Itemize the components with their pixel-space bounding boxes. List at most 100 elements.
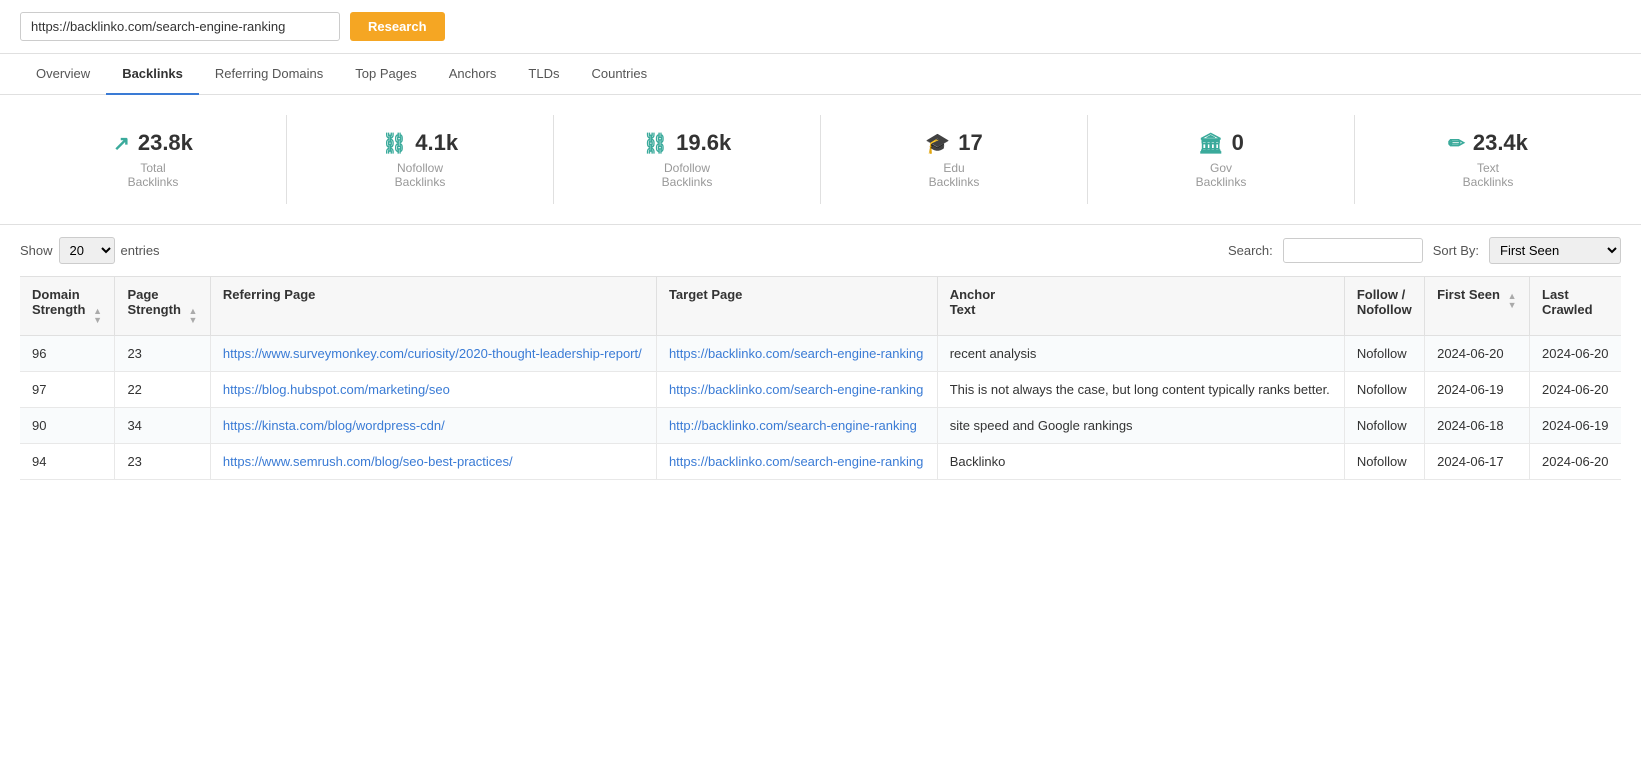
search-label: Search:: [1228, 243, 1273, 258]
link[interactable]: https://www.semrush.com/blog/seo-best-pr…: [223, 454, 513, 469]
referring-page-cell[interactable]: https://www.surveymonkey.com/curiosity/2…: [210, 336, 656, 372]
page-strength-cell: 22: [115, 372, 210, 408]
stat-card-1: ⛓ 4.1k NofollowBacklinks: [287, 115, 554, 204]
link[interactable]: http://backlinko.com/search-engine-ranki…: [669, 418, 917, 433]
link[interactable]: https://www.surveymonkey.com/curiosity/2…: [223, 346, 642, 361]
target-page-cell[interactable]: https://backlinko.com/search-engine-rank…: [656, 372, 937, 408]
stat-value-5: ✏ 23.4k: [1365, 130, 1611, 156]
page-strength-cell: 23: [115, 444, 210, 480]
stat-label-1: NofollowBacklinks: [297, 161, 543, 189]
anchor-text-cell: Backlinko: [937, 444, 1344, 480]
first-seen-cell: 2024-06-18: [1425, 408, 1530, 444]
last-crawled-cell: 2024-06-20: [1530, 444, 1622, 480]
stat-value-1: ⛓ 4.1k: [297, 130, 543, 156]
controls-row: Show 102050100 entries Search: Sort By: …: [0, 225, 1641, 276]
entries-label: entries: [121, 243, 160, 258]
tab-anchors[interactable]: Anchors: [433, 54, 513, 95]
target-page-cell[interactable]: https://backlinko.com/search-engine-rank…: [656, 444, 937, 480]
link[interactable]: https://backlinko.com/search-engine-rank…: [669, 454, 923, 469]
table-row: 9423 https://www.semrush.com/blog/seo-bes…: [20, 444, 1621, 480]
th-page-strength[interactable]: PageStrength ▲▼: [115, 277, 210, 336]
th-domain-strength[interactable]: DomainStrength ▲▼: [20, 277, 115, 336]
table-row: 9034https://kinsta.com/blog/wordpress-cd…: [20, 408, 1621, 444]
target-page-cell[interactable]: https://backlinko.com/search-engine-rank…: [656, 336, 937, 372]
show-label: Show: [20, 243, 53, 258]
link[interactable]: https://backlinko.com/search-engine-rank…: [669, 346, 923, 361]
stat-label-5: TextBacklinks: [1365, 161, 1611, 189]
tab-top-pages[interactable]: Top Pages: [339, 54, 432, 95]
th-first-seen[interactable]: First Seen ▲▼: [1425, 277, 1530, 336]
stat-value-0: ↗ 23.8k: [30, 130, 276, 156]
first-seen-cell: 2024-06-19: [1425, 372, 1530, 408]
referring-page-cell[interactable]: https://blog.hubspot.com/marketing/seo: [210, 372, 656, 408]
tab-referring-domains[interactable]: Referring Domains: [199, 54, 339, 95]
anchor-text-cell: recent analysis: [937, 336, 1344, 372]
sort-arrows: ▲▼: [189, 307, 198, 325]
target-page-cell[interactable]: http://backlinko.com/search-engine-ranki…: [656, 408, 937, 444]
follow-nofollow-cell: Nofollow: [1344, 372, 1424, 408]
stats-row: ↗ 23.8k TotalBacklinks ⛓ 4.1k NofollowBa…: [0, 95, 1641, 225]
stat-icon-3: 🎓: [925, 131, 950, 156]
referring-page-cell[interactable]: https://kinsta.com/blog/wordpress-cdn/: [210, 408, 656, 444]
backlinks-table: DomainStrength ▲▼PageStrength ▲▼Referrin…: [20, 276, 1621, 480]
stat-card-5: ✏ 23.4k TextBacklinks: [1355, 115, 1621, 204]
domain-strength-cell: 96: [20, 336, 115, 372]
first-seen-cell: 2024-06-20: [1425, 336, 1530, 372]
anchor-text-cell: This is not always the case, but long co…: [937, 372, 1344, 408]
stat-card-4: 🏛 0 GovBacklinks: [1088, 115, 1355, 204]
stat-label-0: TotalBacklinks: [30, 161, 276, 189]
th-target-page: Target Page: [656, 277, 937, 336]
stat-icon-4: 🏛: [1198, 131, 1223, 156]
table-row: 9623 https://www.surveymonkey.com/curiosi…: [20, 336, 1621, 372]
link[interactable]: https://backlinko.com/search-engine-rank…: [669, 382, 923, 397]
domain-strength-cell: 94: [20, 444, 115, 480]
stat-card-0: ↗ 23.8k TotalBacklinks: [20, 115, 287, 204]
stat-card-3: 🎓 17 EduBacklinks: [821, 115, 1088, 204]
first-seen-cell: 2024-06-17: [1425, 444, 1530, 480]
stat-label-3: EduBacklinks: [831, 161, 1077, 189]
link[interactable]: https://blog.hubspot.com/marketing/seo: [223, 382, 450, 397]
stat-label-4: GovBacklinks: [1098, 161, 1344, 189]
tab-overview[interactable]: Overview: [20, 54, 106, 95]
page-strength-cell: 23: [115, 336, 210, 372]
table-head: DomainStrength ▲▼PageStrength ▲▼Referrin…: [20, 277, 1621, 336]
controls-right: Search: Sort By: First SeenLast CrawledD…: [1228, 237, 1621, 264]
stat-number-3: 17: [958, 130, 982, 156]
tab-tlds[interactable]: TLDs: [512, 54, 575, 95]
th-last-crawled: LastCrawled: [1530, 277, 1622, 336]
follow-nofollow-cell: Nofollow: [1344, 444, 1424, 480]
stat-icon-0: ↗: [113, 131, 130, 156]
domain-strength-cell: 97: [20, 372, 115, 408]
page-strength-cell: 34: [115, 408, 210, 444]
header-row: DomainStrength ▲▼PageStrength ▲▼Referrin…: [20, 277, 1621, 336]
search-input[interactable]: [1283, 238, 1423, 263]
table-row: 9722 https://blog.hubspot.com/marketing/s…: [20, 372, 1621, 408]
stat-value-4: 🏛 0: [1098, 130, 1344, 156]
url-input[interactable]: [20, 12, 340, 41]
stat-card-2: ⛓ 19.6k DofollowBacklinks: [554, 115, 821, 204]
stat-icon-5: ✏: [1448, 131, 1465, 156]
table-body: 9623https://www.surveymonkey.com/curiosi…: [20, 336, 1621, 480]
controls-left: Show 102050100 entries: [20, 237, 160, 264]
follow-nofollow-cell: Nofollow: [1344, 408, 1424, 444]
tab-backlinks[interactable]: Backlinks: [106, 54, 199, 95]
tab-countries[interactable]: Countries: [575, 54, 663, 95]
sort-arrows: ▲▼: [1508, 292, 1517, 310]
show-select[interactable]: 102050100: [59, 237, 115, 264]
stat-number-4: 0: [1232, 130, 1244, 156]
stat-number-1: 4.1k: [415, 130, 458, 156]
table-wrapper: DomainStrength ▲▼PageStrength ▲▼Referrin…: [0, 276, 1641, 480]
nav-tabs: OverviewBacklinksReferring DomainsTop Pa…: [0, 54, 1641, 95]
research-button[interactable]: Research: [350, 12, 445, 41]
sort-by-label: Sort By:: [1433, 243, 1479, 258]
follow-nofollow-cell: Nofollow: [1344, 336, 1424, 372]
stat-number-2: 19.6k: [676, 130, 731, 156]
stat-icon-2: ⛓: [643, 131, 668, 156]
anchor-text-cell: site speed and Google rankings: [937, 408, 1344, 444]
stat-value-2: ⛓ 19.6k: [564, 130, 810, 156]
link[interactable]: https://kinsta.com/blog/wordpress-cdn/: [223, 418, 445, 433]
th-follow-nofollow: Follow /Nofollow: [1344, 277, 1424, 336]
sort-select[interactable]: First SeenLast CrawledDomain StrengthPag…: [1489, 237, 1621, 264]
referring-page-cell[interactable]: https://www.semrush.com/blog/seo-best-pr…: [210, 444, 656, 480]
last-crawled-cell: 2024-06-20: [1530, 336, 1622, 372]
